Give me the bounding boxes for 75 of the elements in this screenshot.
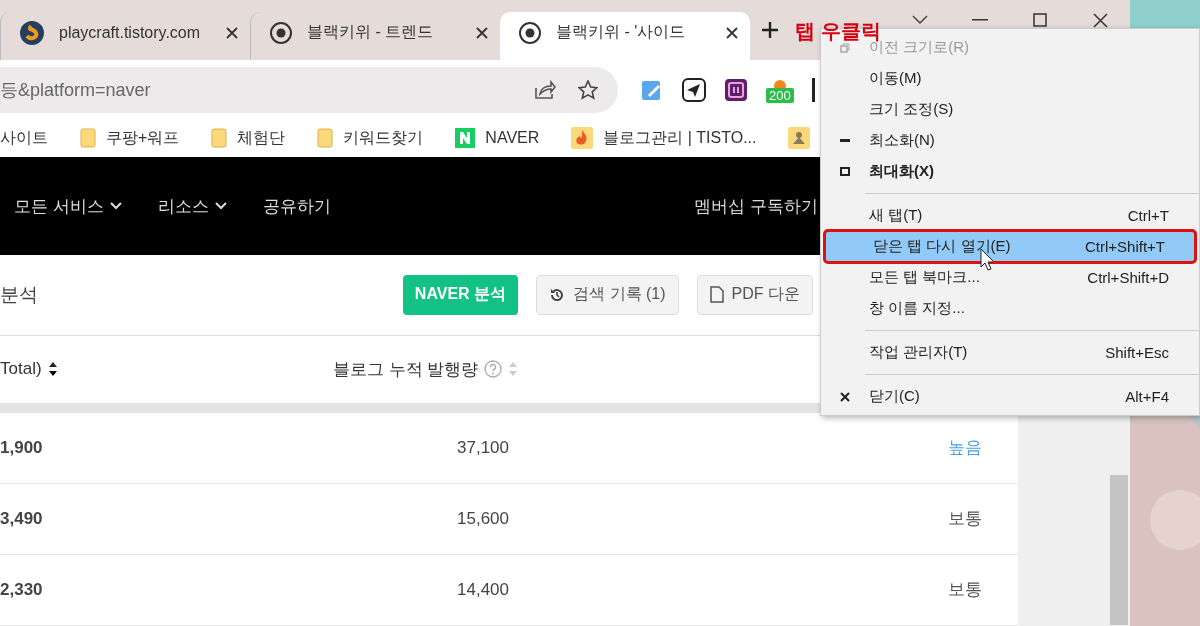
tab-title: 블랙키위 - 트렌드	[307, 22, 435, 43]
table-cell-text: 14,400	[456, 580, 510, 600]
menu-item[interactable]: 최대화(X)	[821, 156, 1199, 187]
bookmark[interactable]	[788, 127, 811, 150]
menu-item[interactable]: 이동(M)	[821, 63, 1199, 94]
close-icon[interactable]	[1092, 12, 1108, 28]
close-icon[interactable]	[726, 26, 738, 39]
tab-title: 블랙키위 - '사이드	[556, 22, 687, 43]
star-icon[interactable]	[578, 79, 598, 100]
scrollbar[interactable]	[1110, 475, 1128, 625]
minimize-icon	[840, 138, 850, 143]
table-cell-text: 3,490	[0, 509, 44, 529]
bookmark[interactable]: 쿠팡+워프	[80, 127, 180, 149]
restore-icon	[840, 42, 850, 53]
radio-icon	[269, 20, 293, 45]
maximize-icon	[840, 167, 850, 176]
annotation-label: 탭 우클릭	[795, 19, 881, 42]
grade-label: 높음	[947, 437, 983, 460]
folder-icon	[80, 128, 96, 149]
nav-link[interactable]: 모든 서비스	[14, 194, 122, 218]
plus-icon[interactable]	[761, 20, 779, 39]
share-icon[interactable]	[534, 79, 556, 100]
menu-item[interactable]: 닫기(C) Alt+F4	[821, 381, 1199, 412]
history-icon	[549, 287, 566, 303]
column-header[interactable]: Total)	[0, 359, 333, 380]
toolbar-button[interactable]: PDF 다운	[696, 275, 813, 315]
menu-item[interactable]: 작업 관리자(T) Shift+Esc	[821, 337, 1199, 368]
bookmark[interactable]: 블로그관리 | TISTO...	[571, 127, 757, 150]
page-title: 분석	[0, 283, 39, 307]
sort-icon[interactable]	[47, 361, 58, 378]
site-icon	[788, 127, 811, 150]
table-cell-text: 1,900	[0, 438, 44, 458]
bookmark[interactable]: 키워드찾기	[317, 127, 424, 149]
chevron-down-icon	[109, 202, 122, 211]
close-icon	[840, 391, 850, 402]
table-cell-text: 2,330	[0, 580, 44, 600]
close-icon[interactable]	[476, 26, 488, 39]
menu-item[interactable]: 닫은 탭 다시 열기(E) Ctrl+Shift+T	[825, 231, 1195, 262]
bookmark[interactable]: 체험단	[211, 127, 286, 149]
extension-badge: 200	[766, 88, 794, 104]
folder-icon	[211, 128, 228, 149]
grade-label: 보통	[947, 579, 983, 602]
maximize-icon[interactable]	[1033, 13, 1047, 27]
radio-icon	[518, 20, 542, 45]
chart-app-icon[interactable]	[724, 77, 748, 102]
menu-item[interactable]: 크기 조정(S)	[821, 94, 1199, 125]
pdf-file-icon	[709, 286, 724, 304]
url-text: 등&platform=naver	[0, 78, 152, 102]
naver-logo-icon	[455, 128, 476, 149]
menu-item[interactable]: 모든 탭 북마크... Ctrl+Shift+D	[821, 262, 1199, 293]
toolbar-button[interactable]: 검색 기록 (1)	[536, 275, 679, 315]
menu-item[interactable]: 창 이름 지정...	[821, 293, 1199, 324]
logo-icon	[19, 19, 45, 46]
nav-link[interactable]: 공유하기	[262, 194, 331, 218]
grade-label: 보통	[947, 508, 983, 531]
menu-item[interactable]: 최소화(N)	[821, 125, 1199, 156]
menu-item[interactable]: 새 탭(T) Ctrl+T	[821, 200, 1199, 231]
fire-icon	[571, 127, 594, 150]
chevron-down-icon[interactable]	[912, 15, 928, 25]
table-cell-text: 15,600	[456, 509, 510, 529]
paper-plane-icon[interactable]	[682, 77, 706, 102]
close-icon[interactable]	[226, 26, 238, 39]
bookmark[interactable]: NAVER	[455, 128, 540, 149]
bookmark[interactable]: 사이트	[0, 127, 48, 149]
nav-link[interactable]: 멤버십 구독하기	[694, 194, 818, 218]
table-cell-text: 37,100	[456, 438, 510, 458]
folder-icon	[317, 128, 334, 149]
tab-title: playcraft.tistory.com	[59, 23, 202, 42]
extension-icon[interactable]	[811, 77, 815, 102]
browser-tab[interactable]: playcraft.tistory.com	[0, 11, 250, 60]
chevron-down-icon	[214, 202, 227, 211]
nav-link[interactable]: 리소스	[157, 194, 227, 218]
minimize-icon[interactable]	[972, 19, 988, 21]
address-field[interactable]: 등&platform=naver	[0, 66, 618, 113]
browser-tab[interactable]: 블랙키위 - '사이드	[500, 11, 750, 60]
